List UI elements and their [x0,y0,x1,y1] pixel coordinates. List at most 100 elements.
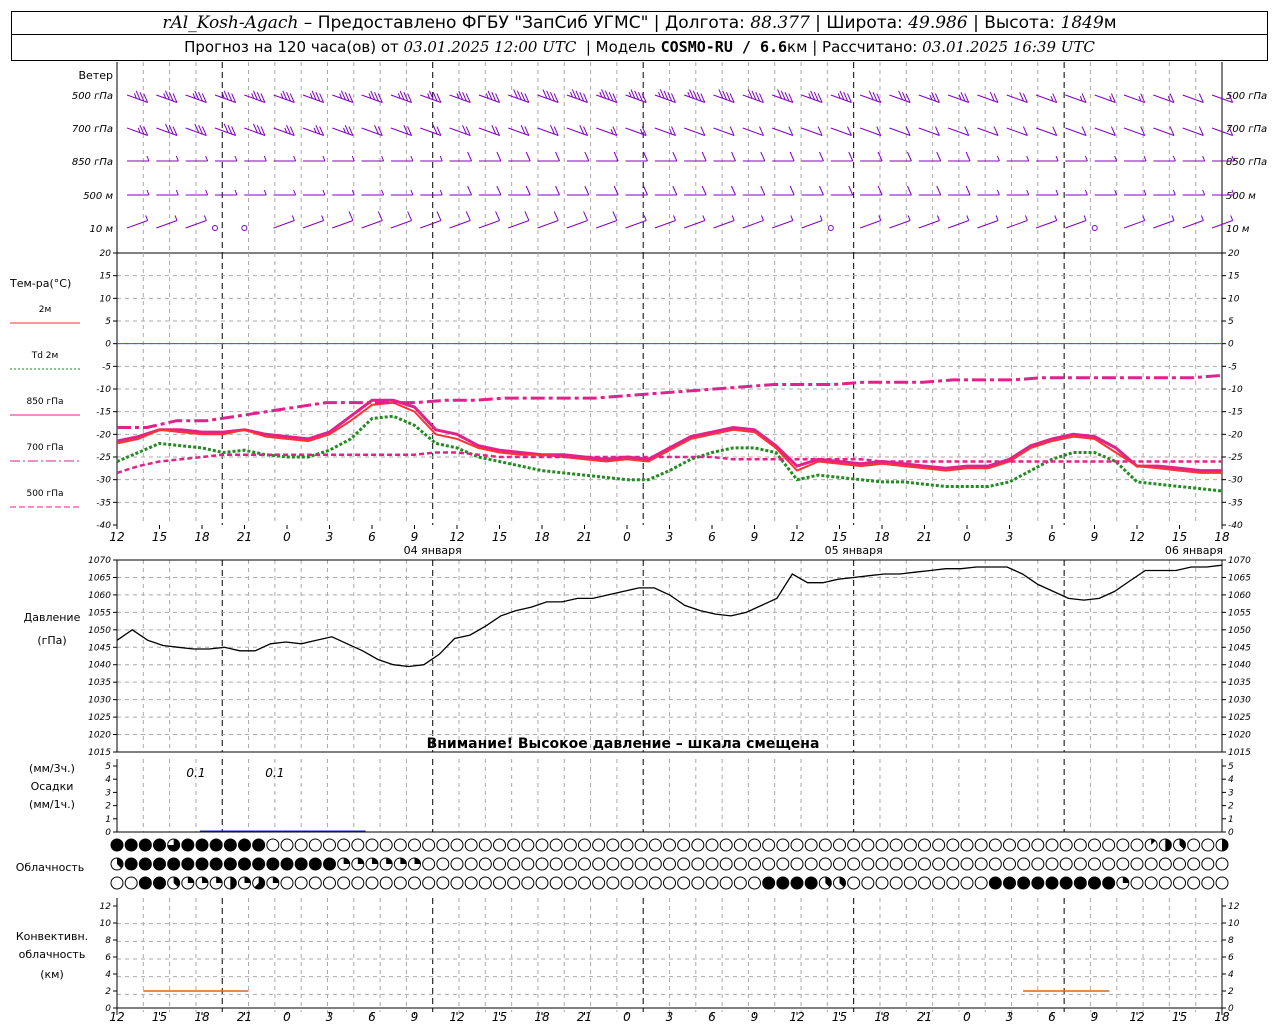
cloud-symbol [960,876,974,890]
cloud-symbol [153,838,166,852]
cloud-circle [337,876,351,890]
wind-barb [361,211,383,229]
cloud-symbol [167,857,181,871]
cloud-symbol [889,876,903,890]
wind-barb [332,189,355,196]
cloud-symbol [124,857,138,871]
cloud-symbol [308,838,322,852]
wind-barb [566,185,590,196]
wind-barb [1006,215,1028,229]
barb-full [789,185,795,196]
cloud-fill [400,858,407,864]
cloud-symbol [1130,857,1144,871]
cloud-symbol [677,857,691,871]
wind-barb [625,89,647,103]
cloud-symbol [153,876,166,890]
pres-ytick-label-right: 1020 [1228,731,1251,741]
cloud-circle [889,876,903,890]
cloud-circle [1215,876,1229,890]
wind-barb [742,185,766,196]
barb-full [672,185,678,196]
cloud-symbol [903,857,917,871]
x-hour-label: 21 [917,530,932,544]
wind-barb [214,155,238,162]
x-hour-label-bottom: 3 [1006,1010,1014,1024]
barb-half [321,215,325,221]
cloud-circle [663,857,676,871]
cloud-circle [677,838,691,852]
barb-staff [683,220,706,229]
cloud-fill [1222,839,1228,851]
x-hour-label: 18 [194,530,210,544]
conv-ytick-label-right: 2 [1228,987,1234,997]
cloud-symbol [223,838,237,852]
cloud-circle [308,876,322,890]
cloud-circle [691,876,705,890]
cloud-circle [549,857,563,871]
cloud-circle [1144,876,1158,890]
cloud-circle [620,857,634,871]
cloud-circle [818,857,832,871]
barb-half [146,189,150,196]
wind-barb [273,189,297,196]
cloud-circle [875,876,889,890]
wind-barb [244,189,267,196]
cloud-symbol [663,876,676,890]
x-hour-label: 3 [326,530,334,544]
barb-full [731,151,736,162]
barb-half [1230,215,1234,221]
cloud-circle [1158,876,1172,890]
cloud-circle [1045,857,1059,871]
wind-barb [801,151,824,162]
wind-barb [361,90,383,103]
pres-ytick-label-left: 1055 [88,608,111,618]
cloud-fill [181,839,194,851]
cloud-symbol [280,857,294,871]
cloud-symbol [804,876,818,890]
cloud-fill [196,839,208,851]
cloud-symbol [195,838,209,852]
barb-half [410,155,414,162]
wind-level-label-right: 10 м [1226,224,1250,235]
barb-half [175,189,179,196]
cloud-symbol [804,838,818,852]
cloud-symbol [634,838,648,852]
wind-barb [596,211,618,229]
barb-full [936,185,942,196]
x-hour-label-bottom: 9 [411,1010,419,1024]
wind-barb [977,91,999,103]
barb-half [936,215,940,221]
cloud-symbol [648,838,662,852]
barb-half [1024,215,1028,221]
wind-barb [830,126,852,136]
cloud-symbol [464,838,478,852]
cloud-symbol [422,876,436,890]
cloud-circle [1201,838,1215,852]
cloud-symbol [1215,876,1229,890]
barb-half [381,155,385,162]
cloud-symbol [606,838,620,852]
cloud-circle [677,857,691,871]
x-hour-label: 0 [623,530,631,544]
barb-staff [947,220,969,229]
temp-ytick-label-left: 5 [105,317,111,327]
cloud-symbol [563,838,577,852]
temp-legend-label: 700 гПа [26,443,63,453]
cloud-symbol [1130,876,1144,890]
x-hour-label: 9 [411,530,419,544]
cloud-circle [323,838,336,852]
barb-staff [449,220,471,229]
cloud-symbol [875,876,889,890]
barb-full [936,151,942,162]
cloud-circle [563,857,577,871]
cloud-fill [210,839,223,851]
cloud-symbol [252,876,266,890]
x-hour-label-bottom: 15 [832,1010,847,1024]
wind-level-label-left: 10 м [90,224,114,235]
cloud-circle [464,838,478,852]
barb-half [263,155,267,162]
cloud-fill [111,839,123,851]
cloud-symbol [988,838,1002,852]
cloud-fill [1122,877,1129,883]
cloud-circle [436,857,450,871]
